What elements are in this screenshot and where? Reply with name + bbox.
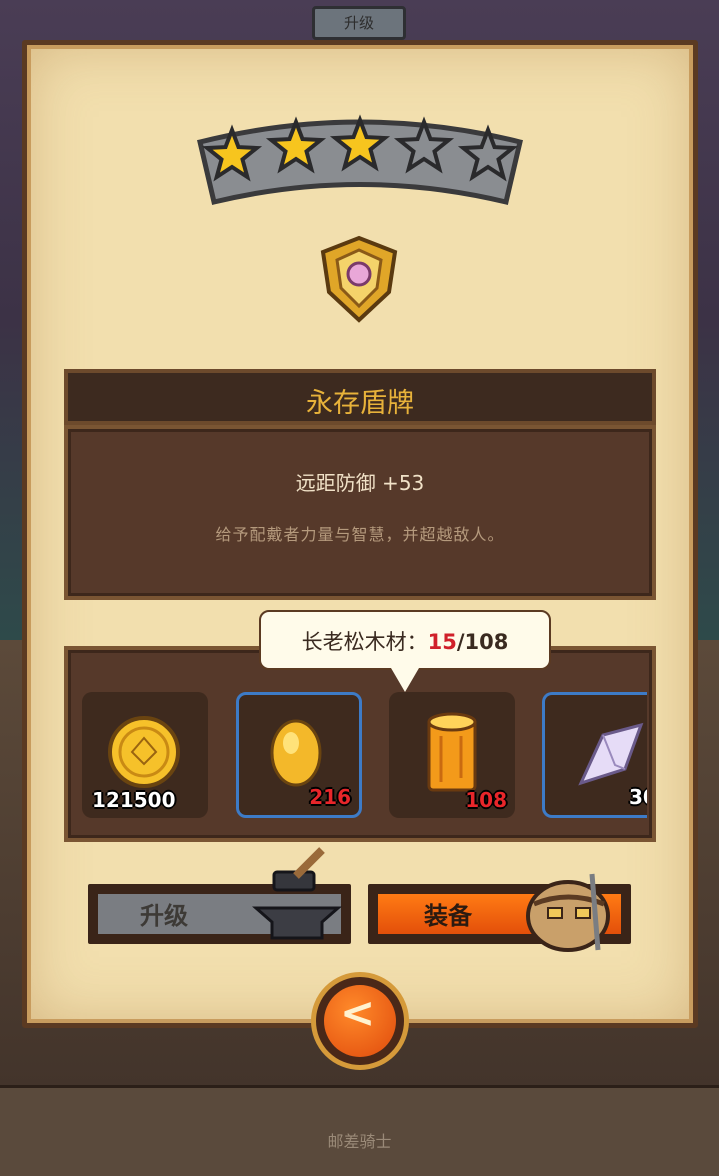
tooltip-material-name: 长老松木材： <box>301 630 428 654</box>
chevron-left-icon: < <box>340 988 376 1037</box>
star-rating <box>197 114 523 206</box>
item-name: 永存盾牌 <box>306 388 414 419</box>
item-stat: 远距防御 +53 <box>295 471 425 495</box>
item-description-box: 远距防御 +53 给予配戴者力量与智慧，并超越敌人。 <box>64 425 656 600</box>
slot-count: 216 <box>309 785 351 809</box>
slot-count: 30 <box>629 785 647 809</box>
upgrade-tab[interactable]: 升级 <box>312 6 406 40</box>
tooltip-required: 108 <box>464 630 509 654</box>
equip-button-label: 装备 <box>424 902 472 930</box>
back-button[interactable]: < <box>311 972 409 1070</box>
equip-button[interactable]: 装备 <box>368 873 631 952</box>
tooltip-text: 长老松木材：15/108 <box>261 626 549 656</box>
material-slot-wood[interactable]: 108 <box>389 692 515 818</box>
material-tooltip: 长老松木材：15/108 <box>259 610 551 692</box>
slot-count: 108 <box>465 788 507 812</box>
shield-icon <box>320 235 398 323</box>
anvil-hammer-icon <box>252 847 342 940</box>
backpack-icon <box>526 873 610 952</box>
item-title-bar: 永存盾牌 <box>64 369 656 425</box>
tooltip-current: 15 <box>427 630 457 654</box>
upgrade-button[interactable]: 升级 <box>88 847 351 944</box>
footer-label: 邮差骑士 <box>327 1132 392 1151</box>
material-slot-gold[interactable]: 121500 <box>82 692 208 818</box>
material-slot-nugget[interactable]: 216 <box>236 692 362 818</box>
slot-count: 121500 <box>92 788 176 812</box>
material-slot-crystal[interactable]: 30 <box>542 692 647 818</box>
item-flavor-text: 给予配戴者力量与智慧，并超越敌人。 <box>215 525 505 544</box>
upgrade-button-label: 升级 <box>140 902 188 930</box>
tooltip-separator: / <box>456 630 465 654</box>
